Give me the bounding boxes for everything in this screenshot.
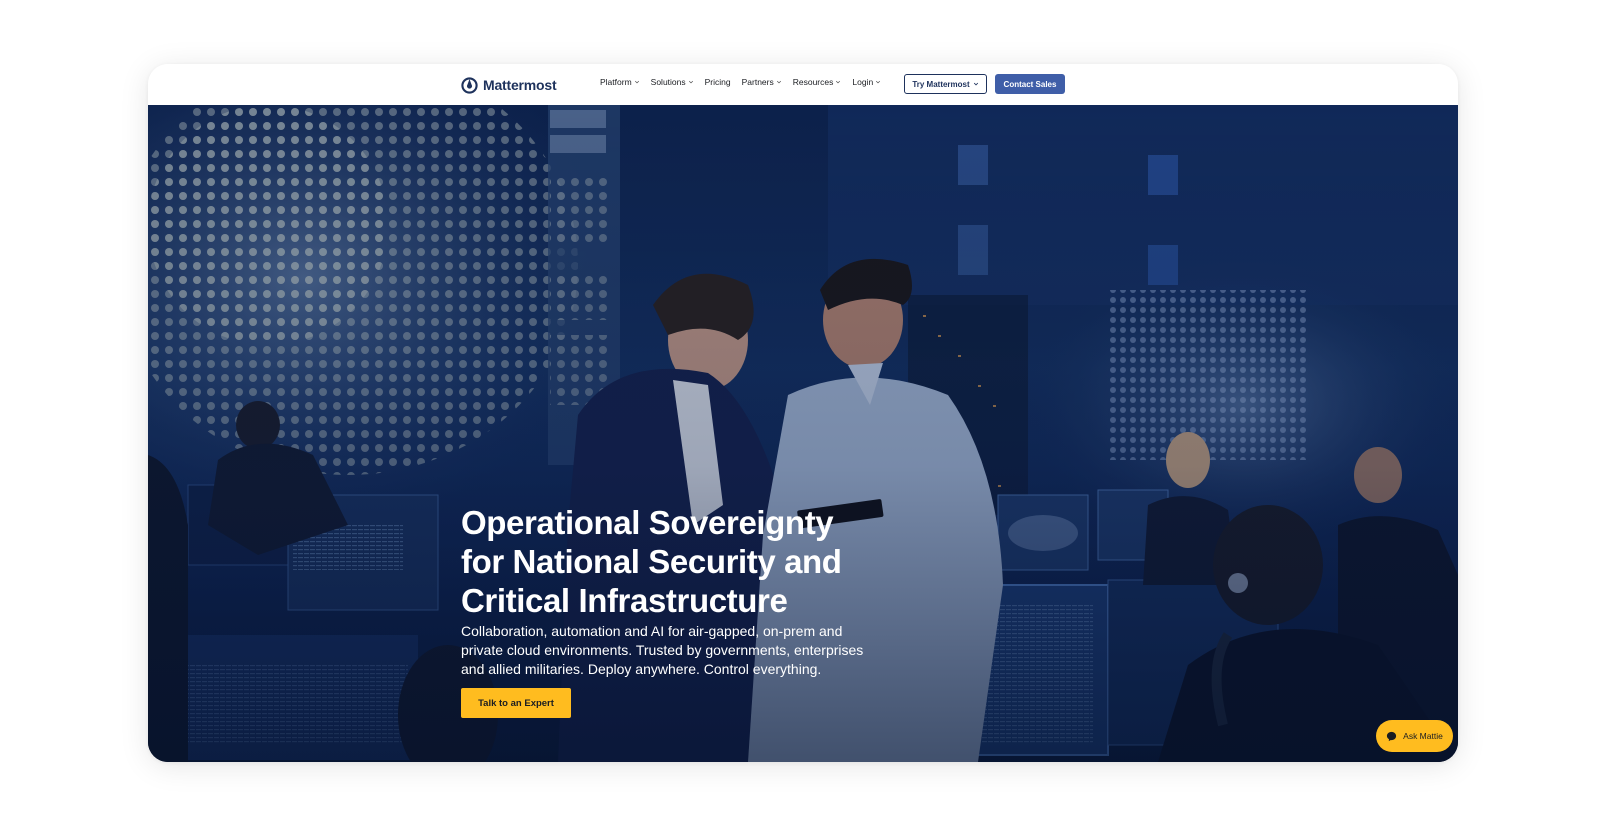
ask-mattie-button[interactable]: Ask Mattie [1376, 720, 1453, 752]
chevron-down-icon [973, 82, 978, 86]
chat-bubble-icon [1387, 731, 1397, 741]
nav-label: Solutions [650, 77, 686, 87]
chevron-down-icon [634, 80, 639, 84]
top-navigation: Mattermost Platform Solutions Pricing Pa… [148, 64, 1458, 105]
nav-login[interactable]: Login [852, 77, 881, 87]
nav-partners[interactable]: Partners [742, 77, 782, 87]
mattermost-logo-icon [461, 76, 478, 94]
nav-solutions[interactable]: Solutions [651, 77, 694, 87]
nav-label: Login [852, 77, 874, 87]
chevron-down-icon [876, 80, 881, 84]
browser-frame: Mattermost Platform Solutions Pricing Pa… [148, 64, 1458, 762]
logo[interactable]: Mattermost [461, 75, 557, 95]
logo-text: Mattermost [483, 77, 557, 93]
chevron-down-icon [836, 80, 841, 84]
nav-platform[interactable]: Platform [600, 77, 640, 87]
talk-to-expert-button[interactable]: Talk to an Expert [461, 688, 571, 718]
contact-sales-button[interactable]: Contact Sales [995, 74, 1065, 94]
nav-pricing[interactable]: Pricing [705, 77, 731, 87]
try-mattermost-label: Try Mattermost [912, 79, 970, 89]
ask-mattie-label: Ask Mattie [1403, 731, 1443, 741]
nav-label: Resources [792, 77, 834, 87]
nav-links: Platform Solutions Pricing Partners Reso… [600, 77, 881, 87]
nav-label: Platform [600, 77, 632, 87]
nav-resources[interactable]: Resources [793, 77, 842, 87]
chevron-down-icon [776, 80, 781, 84]
nav-label: Partners [741, 77, 774, 87]
hero-section: Operational Sovereignty for National Sec… [148, 105, 1458, 762]
nav-label: Pricing [704, 77, 731, 87]
chevron-down-icon [688, 80, 693, 84]
try-mattermost-button[interactable]: Try Mattermost [904, 74, 987, 94]
hero-subtitle: Collaboration, automation and AI for air… [461, 623, 864, 677]
hero-title: Operational Sovereignty for National Sec… [461, 504, 842, 619]
